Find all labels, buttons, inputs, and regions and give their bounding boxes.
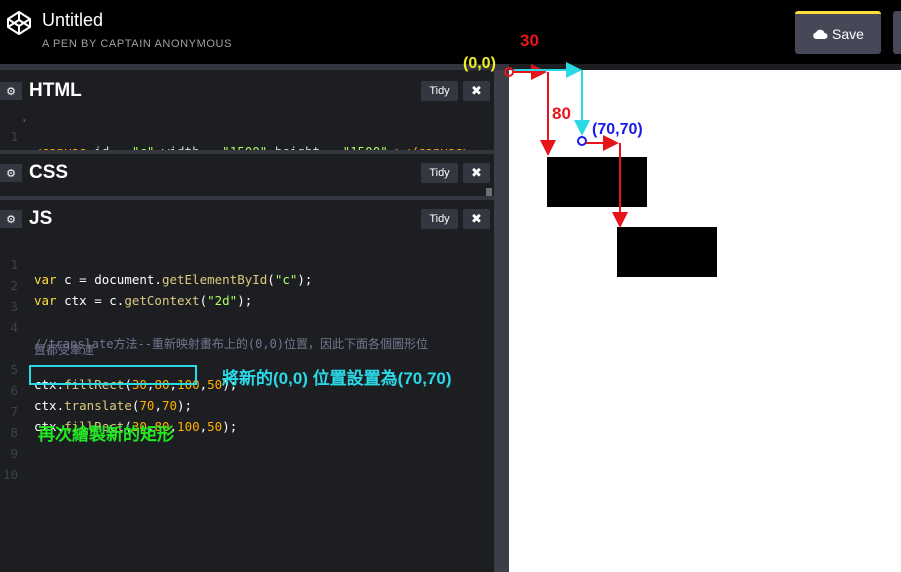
origin-marker xyxy=(504,67,514,77)
annotation-arrows xyxy=(504,62,628,228)
new-origin-label: (70,70) xyxy=(592,121,643,138)
x-offset-label: 30 xyxy=(520,31,539,50)
new-origin-marker xyxy=(577,136,587,146)
y-offset-label: 80 xyxy=(552,104,571,123)
origin-label: (0,0) xyxy=(463,55,496,72)
